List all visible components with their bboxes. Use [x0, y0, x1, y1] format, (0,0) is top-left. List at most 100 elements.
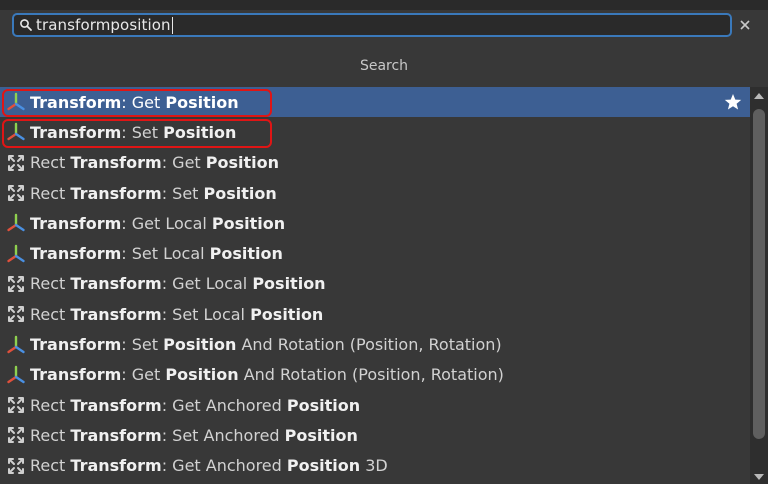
transform-axes-icon: [7, 214, 25, 232]
result-item-label: Transform: Set Local Position: [30, 244, 283, 263]
label-segment: Rect: [30, 153, 71, 173]
transform-axes-icon: [7, 244, 25, 262]
label-segment: Position: [165, 92, 239, 112]
result-item[interactable]: Transform: Get Position: [0, 87, 750, 118]
label-segment: Transform: [30, 213, 122, 233]
label-segment: : Get Local: [161, 274, 253, 294]
search-icon: [20, 19, 32, 31]
result-item-label: Transform: Set Position: [30, 123, 236, 142]
label-segment: Transform: [30, 335, 122, 355]
rect-transform-icon: [8, 427, 24, 444]
label-segment: Transform: [70, 456, 162, 476]
label-segment: : Get Anchored: [161, 456, 287, 476]
rect-transform-icon: [8, 275, 24, 292]
label-segment: Transform: [30, 122, 122, 142]
label-segment: : Get Anchored: [161, 395, 287, 415]
label-segment: Position: [163, 335, 237, 355]
result-item-label: Transform: Get Position: [30, 93, 239, 112]
result-item[interactable]: Rect Transform: Get Position: [0, 148, 750, 178]
label-segment: Transform: [30, 365, 122, 385]
label-segment: Position: [284, 425, 358, 445]
result-item[interactable]: Transform: Set Position: [0, 117, 750, 147]
rect-transform-icon: [8, 457, 24, 474]
label-segment: Transform: [70, 274, 162, 294]
close-icon[interactable]: [738, 18, 752, 32]
label-segment: Rect: [30, 395, 71, 415]
result-item[interactable]: Rect Transform: Set Local Position: [0, 299, 750, 329]
result-item-label: Rect Transform: Set Anchored Position: [30, 426, 358, 445]
vertical-scrollbar[interactable]: [750, 87, 768, 484]
label-segment: Transform: [30, 92, 122, 112]
transform-axes-icon: [7, 92, 25, 111]
rect-transform-icon: [8, 306, 24, 323]
label-segment: Transform: [30, 244, 122, 264]
result-item[interactable]: Transform: Set Position And Rotation (Po…: [0, 329, 750, 359]
text-caret: [171, 16, 173, 34]
label-segment: And Rotation (Position, Rotation): [236, 335, 502, 355]
result-item-label: Transform: Get Position And Rotation (Po…: [30, 365, 504, 384]
transform-axes-icon: [7, 123, 25, 141]
result-item-label: Rect Transform: Set Local Position: [30, 305, 323, 324]
label-segment: : Get: [121, 365, 166, 385]
label-segment: Rect: [30, 274, 71, 294]
label-segment: Position: [163, 122, 237, 142]
result-item-label: Transform: Set Position And Rotation (Po…: [30, 335, 502, 354]
star-icon[interactable]: [724, 93, 742, 111]
label-segment: Position: [211, 213, 286, 233]
results-list: Transform: Get Position Transform: Set Po…: [0, 87, 750, 484]
label-segment: : Set Local: [121, 244, 210, 264]
transform-axes-icon: [7, 335, 25, 353]
label-segment: Position: [286, 456, 361, 476]
result-item-label: Rect Transform: Set Position: [30, 184, 277, 203]
rect-transform-icon: [8, 185, 24, 202]
rect-transform-icon: [8, 154, 24, 171]
label-segment: Rect: [30, 425, 71, 445]
label-segment: Transform: [70, 304, 162, 324]
window-top-strip: [0, 0, 768, 10]
result-item-label: Rect Transform: Get Position: [30, 153, 279, 172]
label-segment: Transform: [70, 395, 162, 415]
transform-axes-icon: [7, 365, 25, 384]
result-item[interactable]: Transform: Set Local Position: [0, 238, 750, 268]
label-segment: : Get Local: [121, 213, 212, 233]
label-segment: Position: [250, 304, 324, 324]
label-segment: Rect: [30, 183, 71, 203]
result-item-label: Rect Transform: Get Anchored Position 3D: [30, 456, 388, 475]
result-item[interactable]: Rect Transform: Get Anchored Position 3D: [0, 451, 750, 481]
result-item[interactable]: Transform: Get Local Position: [0, 208, 750, 238]
result-item-label: Transform: Get Local Position: [30, 214, 285, 233]
scroll-down-arrow-icon[interactable]: [753, 472, 765, 482]
label-segment: Position: [165, 365, 239, 385]
label-segment: : Set: [121, 335, 164, 355]
rect-transform-icon: [8, 397, 24, 414]
label-segment: Position: [205, 153, 280, 173]
search-value: transformposition: [36, 16, 171, 34]
label-segment: : Set: [161, 183, 204, 203]
label-segment: : Set: [121, 122, 164, 142]
result-item[interactable]: Rect Transform: Set Anchored Position: [0, 420, 750, 450]
label-segment: : Set Anchored: [161, 425, 285, 445]
label-segment: Position: [286, 395, 361, 415]
result-item[interactable]: Rect Transform: Get Local Position: [0, 269, 750, 299]
result-item-label: Rect Transform: Get Anchored Position: [30, 396, 360, 415]
results-header-title: Search: [359, 58, 409, 74]
label-segment: Transform: [70, 153, 162, 173]
result-item[interactable]: Rect Transform: Get Anchored Position: [0, 390, 750, 420]
scrollbar-thumb[interactable]: [753, 109, 765, 439]
label-segment: : Set Local: [161, 304, 251, 324]
label-segment: Position: [209, 244, 283, 264]
scroll-up-arrow-icon[interactable]: [753, 91, 765, 101]
label-segment: And Rotation (Position, Rotation): [238, 365, 504, 385]
label-segment: Position: [252, 274, 326, 294]
label-segment: Position: [203, 183, 277, 203]
result-item[interactable]: Transform: Get Position And Rotation (Po…: [0, 360, 750, 390]
label-segment: Transform: [70, 183, 162, 203]
result-item[interactable]: Rect Transform: Set Position: [0, 178, 750, 208]
label-segment: : Get: [121, 92, 166, 112]
label-segment: Rect: [30, 304, 71, 324]
label-segment: Transform: [70, 425, 162, 445]
label-segment: 3D: [360, 456, 388, 476]
label-segment: Rect: [30, 456, 71, 476]
search-input[interactable]: transformposition: [12, 13, 732, 37]
result-item-label: Rect Transform: Get Local Position: [30, 274, 326, 293]
